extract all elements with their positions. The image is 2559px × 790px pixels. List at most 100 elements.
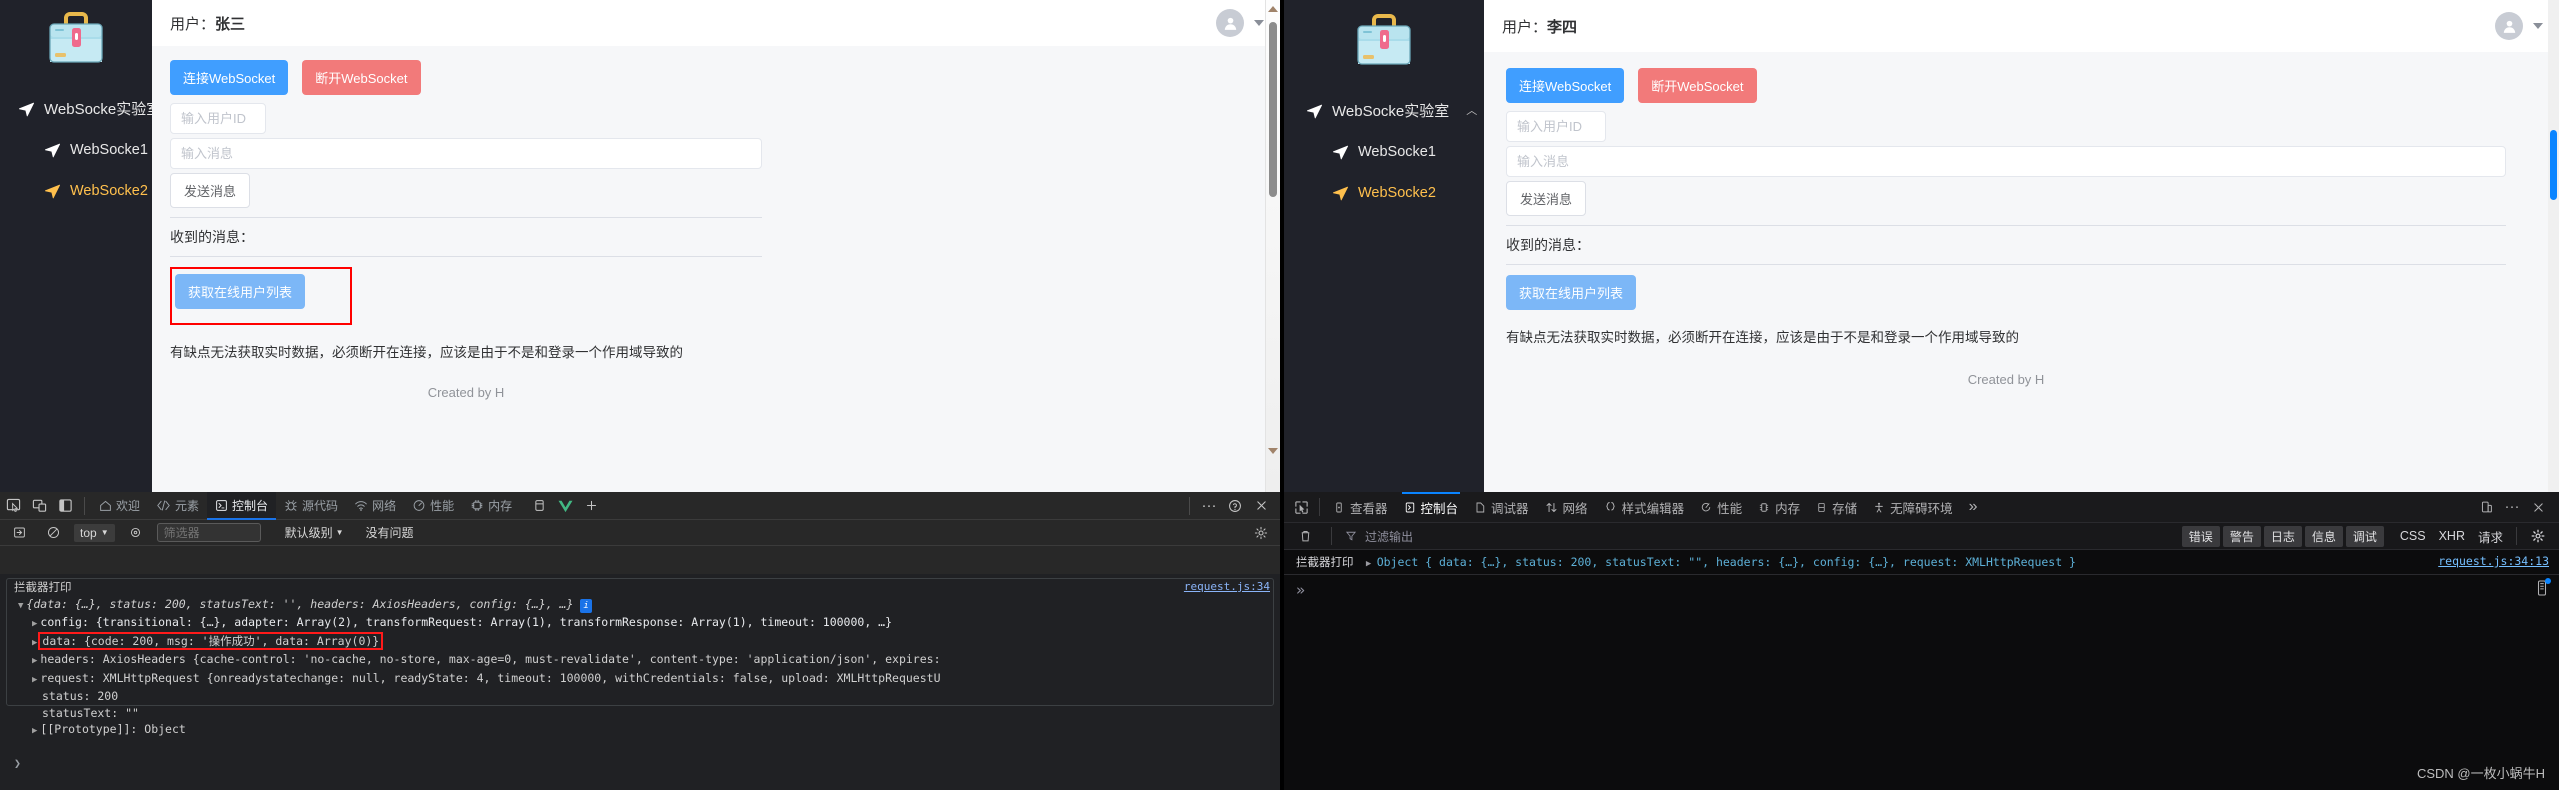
filter-info[interactable]: 信息 [2304, 525, 2343, 547]
tab-memory[interactable]: 内存 [1750, 492, 1808, 523]
tab-performance[interactable]: 性能 [1692, 492, 1750, 523]
console-sidebar-icon[interactable] [6, 520, 32, 546]
log-level-selector[interactable]: 默认级别 ▼ [285, 524, 344, 541]
console-line-object[interactable]: ▼ {data: {…}, status: 200, statusText: ''… [0, 596, 1280, 615]
responsive-mode-icon[interactable] [2473, 494, 2499, 520]
expand-triangle-icon[interactable]: ▼ [18, 601, 23, 611]
console-row-prototype[interactable]: ▶ [[Prototype]]: Object [0, 721, 1280, 740]
eye-filter-icon[interactable] [123, 520, 149, 546]
close-icon[interactable] [1248, 493, 1274, 519]
console-line[interactable]: request.js:34:13 拦截器打印 ▶ Object { data: … [1284, 550, 2559, 575]
clear-console-icon[interactable] [40, 520, 66, 546]
get-online-user-list-button[interactable]: 获取在线用户列表 [175, 274, 306, 309]
console-row-config[interactable]: ▶ config: {transitional: {…}, adapter: Ar… [0, 614, 1280, 633]
avatar[interactable] [2495, 12, 2523, 40]
filter-debug[interactable]: 调试 [2345, 525, 2384, 547]
help-icon[interactable] [1222, 493, 1248, 519]
connect-websocket-button[interactable]: 连接WebSocket [1506, 68, 1625, 103]
scroll-down-arrow[interactable] [1268, 448, 1278, 454]
connect-websocket-button[interactable]: 连接WebSocket [170, 60, 289, 95]
get-online-user-list-button[interactable]: 获取在线用户列表 [1506, 275, 1637, 310]
expand-triangle-icon[interactable]: ▶ [32, 619, 37, 629]
user-id-input[interactable] [1506, 111, 1606, 142]
sidebar-item-websocke2[interactable]: WebSocke2 [0, 171, 152, 212]
filter-warnings[interactable]: 警告 [2222, 525, 2261, 547]
send-message-button[interactable]: 发送消息 [1506, 181, 1587, 216]
filter-xhr[interactable]: XHR [2434, 527, 2470, 545]
console-settings-icon[interactable] [1248, 520, 1274, 546]
source-link[interactable]: request.js:34:13 [2438, 554, 2549, 568]
tab-elements[interactable]: 元素 [148, 492, 207, 520]
info-badge[interactable]: i [580, 598, 592, 613]
tab-debugger[interactable]: 调试器 [1466, 492, 1537, 523]
left-app-scrollbar[interactable] [1265, 0, 1280, 492]
filter-logs[interactable]: 日志 [2263, 525, 2302, 547]
scroll-thumb[interactable] [1269, 22, 1277, 197]
console-row-request[interactable]: ▶ request: XMLHttpRequest {onreadystatech… [0, 670, 1280, 689]
tab-inspector[interactable]: 查看器 [1325, 492, 1396, 523]
console-settings-icon[interactable] [2525, 523, 2551, 549]
scroll-up-arrow[interactable] [1268, 6, 1278, 12]
expand-triangle-icon[interactable]: ▶ [32, 656, 37, 666]
tab-accessibility[interactable]: 无障碍环境 [1865, 492, 1961, 523]
style-editor-icon [1605, 501, 1615, 510]
sidebar-group-websocke-lab[interactable]: WebSocke实验室 ︿ [0, 89, 189, 130]
more-options-icon[interactable]: ··· [2499, 494, 2525, 520]
send-message-button[interactable]: 发送消息 [170, 173, 251, 208]
filter-errors[interactable]: 错误 [2181, 525, 2220, 547]
console-filter-input[interactable]: 过滤输出 [1365, 528, 1413, 545]
vue-devtools-icon[interactable] [552, 493, 578, 519]
editor-mode-icon[interactable] [2535, 578, 2551, 600]
expand-triangle-icon[interactable]: ▶ [32, 726, 37, 736]
sidebar-item-websocke2[interactable]: WebSocke2 [1284, 173, 1484, 214]
trash-clear-icon[interactable] [1292, 523, 1318, 549]
firefox-console-output[interactable]: request.js:34:13 拦截器打印 ▶ Object { data: … [1284, 550, 2559, 790]
pick-element-icon[interactable] [1288, 494, 1314, 520]
tab-sources[interactable]: 源代码 [276, 492, 346, 520]
tab-console[interactable]: 控制台 [207, 491, 277, 520]
tab-console[interactable]: 控制台 [1396, 491, 1467, 523]
application-icon[interactable] [526, 493, 552, 519]
execution-context-selector[interactable]: top ▼ [74, 523, 115, 542]
tabs-overflow-button[interactable]: » [1961, 492, 1986, 523]
console-row-headers[interactable]: ▶ headers: AxiosHeaders {cache-control: '… [0, 651, 1280, 670]
chrome-console-output[interactable]: request.js:34 拦截器打印 ▼ {data: {…}, status:… [0, 574, 1280, 790]
tab-welcome[interactable]: 欢迎 [91, 492, 148, 520]
tab-network[interactable]: 网络 [346, 492, 404, 520]
tab-network[interactable]: 网络 [1537, 492, 1596, 523]
console-prompt[interactable]: ❯ [0, 756, 1280, 770]
avatar[interactable] [1216, 9, 1244, 37]
expand-triangle-icon[interactable]: ▶ [32, 675, 37, 685]
tab-memory[interactable]: 内存 [462, 492, 520, 520]
close-icon[interactable] [2525, 494, 2551, 520]
console-row-data[interactable]: ▶ data: {code: 200, msg: '操作成功', data: Ar… [0, 631, 1280, 652]
sidebar-group-websocke-lab[interactable]: WebSocke实验室 ︿ [1284, 91, 1484, 132]
tab-style-editor[interactable]: 样式编辑器 [1596, 492, 1693, 523]
expand-triangle-icon[interactable]: ▶ [1360, 559, 1376, 569]
chevron-down-icon[interactable] [1254, 20, 1264, 26]
add-panel-icon[interactable] [578, 493, 604, 519]
disconnect-websocket-button[interactable]: 断开WebSocket [302, 60, 421, 95]
chevron-up-icon[interactable]: ︿ [1466, 106, 1477, 117]
more-options-icon[interactable]: ··· [1196, 493, 1222, 519]
tab-storage[interactable]: 存储 [1808, 492, 1865, 523]
console-input-row[interactable]: » [1284, 575, 2559, 605]
source-link[interactable]: request.js:34 [1184, 580, 1270, 595]
panel-layout-icon[interactable] [52, 493, 78, 519]
expand-triangle-icon[interactable]: ▶ [32, 638, 37, 648]
filter-css[interactable]: CSS [2395, 527, 2431, 545]
sidebar-item-websocke1[interactable]: WebSocke1 [1284, 132, 1484, 173]
message-input[interactable] [170, 138, 762, 169]
right-app-scrollbar[interactable] [2548, 0, 2559, 492]
disconnect-websocket-button[interactable]: 断开WebSocket [1638, 68, 1757, 103]
chevron-down-icon[interactable] [2533, 23, 2543, 29]
device-toolbar-icon[interactable] [26, 493, 52, 519]
sidebar-item-websocke1[interactable]: WebSocke1 [0, 130, 152, 171]
message-input[interactable] [1506, 146, 2506, 177]
filter-requests[interactable]: 请求 [2473, 525, 2508, 548]
tab-performance[interactable]: 性能 [404, 492, 462, 520]
user-id-input[interactable] [170, 103, 266, 134]
inspect-element-icon[interactable] [0, 493, 26, 519]
console-filter-input[interactable] [156, 523, 261, 542]
scroll-thumb[interactable] [2550, 130, 2557, 200]
